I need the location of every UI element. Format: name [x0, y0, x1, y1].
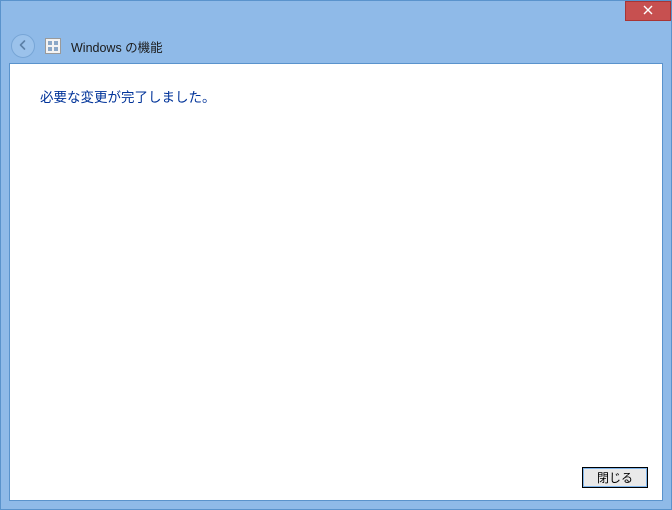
back-button[interactable]: [11, 34, 35, 58]
header-title: Windows の機能: [71, 37, 163, 56]
content-area: 必要な変更が完了しました。 閉じる: [9, 63, 663, 501]
footer: 閉じる: [10, 457, 662, 500]
close-dialog-button[interactable]: 閉じる: [582, 467, 648, 488]
windows-feature-icon: [45, 38, 61, 54]
main-heading: 必要な変更が完了しました。: [10, 64, 662, 106]
back-arrow-icon: [16, 38, 30, 55]
content-wrap: 必要な変更が完了しました。 閉じる: [1, 63, 671, 509]
titlebar: [1, 1, 671, 29]
close-icon: [643, 4, 653, 18]
dialog-window: Windows の機能 必要な変更が完了しました。 閉じる: [0, 0, 672, 510]
spacer: [10, 106, 662, 457]
close-button[interactable]: [625, 1, 671, 21]
header: Windows の機能: [1, 29, 671, 63]
